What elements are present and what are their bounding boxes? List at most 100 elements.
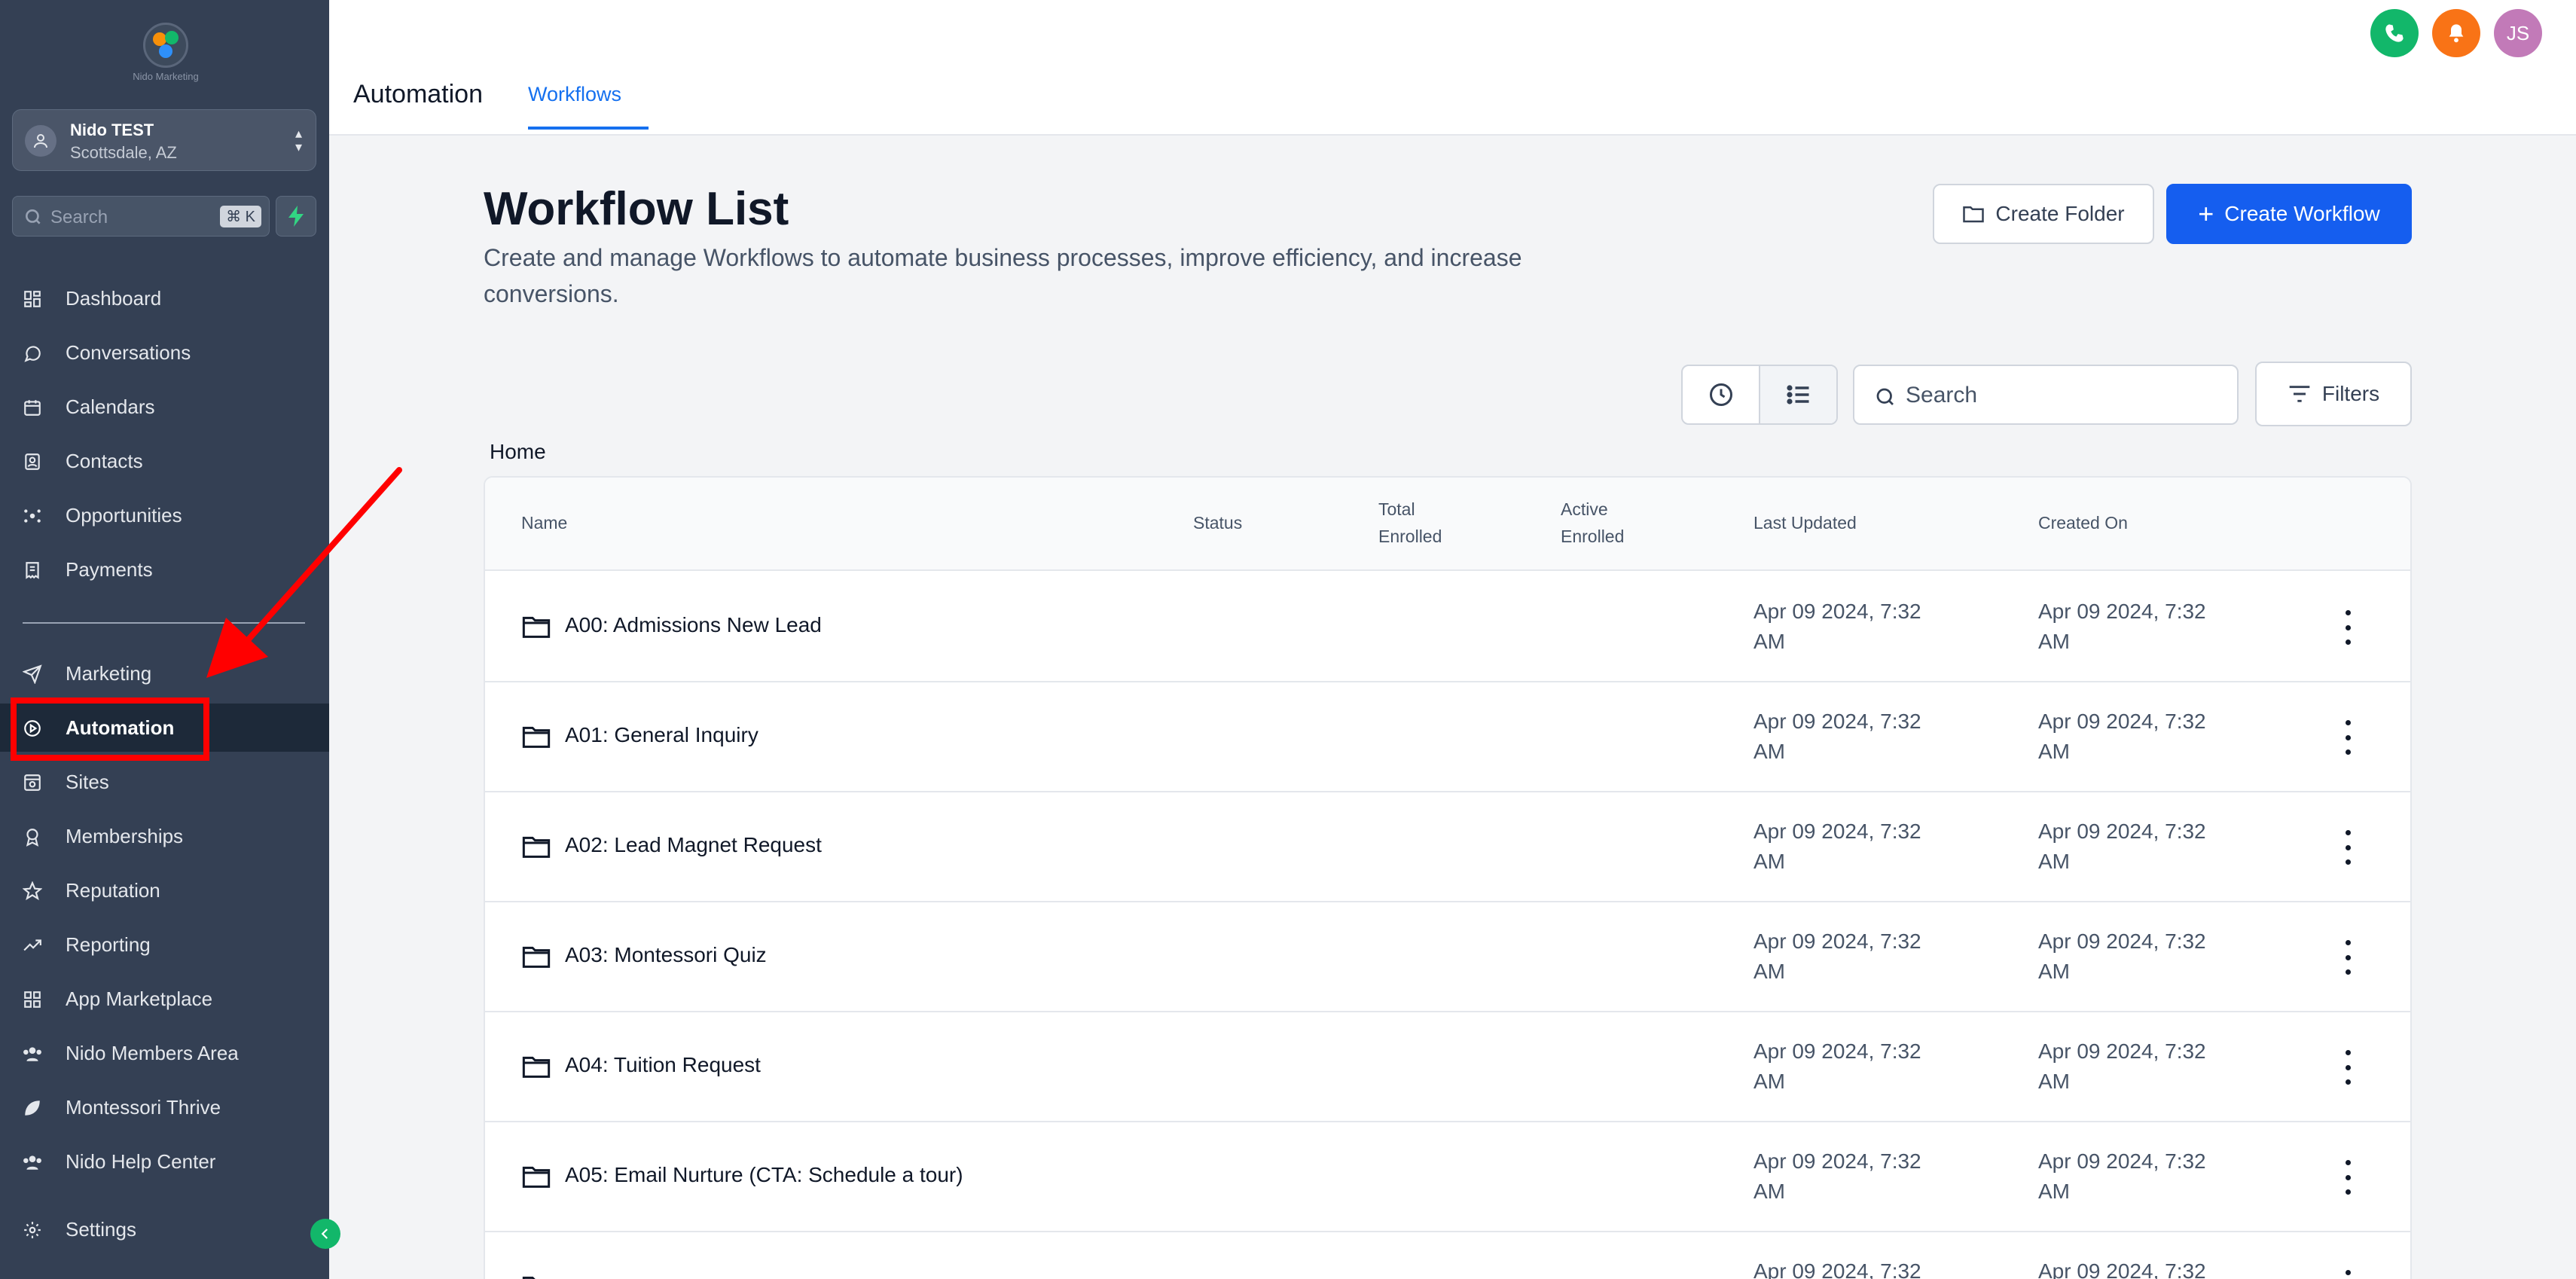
sidebar-item-montessori-thrive[interactable]: Montessori Thrive: [0, 1083, 329, 1131]
workflow-name[interactable]: A02: Lead Magnet Request: [565, 833, 822, 857]
last-updated-cell: Apr 09 2024, 7:32 AM: [1753, 707, 1979, 767]
award-icon: [26, 829, 39, 847]
workflow-search-input[interactable]: Search: [1853, 365, 2239, 425]
sidebar-item-label: Conversations: [66, 340, 191, 364]
date-line: Apr 09 2024, 7:32: [1753, 1039, 1921, 1063]
kebab-dot: [2345, 1079, 2351, 1085]
last-updated-cell: Apr 09 2024, 7:32 AM: [1753, 1036, 1979, 1097]
sidebar-item-label: Contacts: [66, 449, 143, 472]
column-header-line: Total: [1378, 499, 1415, 519]
users-icon: [23, 1047, 41, 1061]
table-row[interactable]: A03: Montessori Quiz Apr 09 2024, 7:32 AM A…: [485, 902, 2410, 1012]
workflow-name[interactable]: A01: General Inquiry: [565, 723, 758, 747]
account-name: Nido TEST: [70, 121, 154, 139]
kebab-dot: [2345, 1064, 2351, 1070]
workflow-list-title: Workflow List: [484, 183, 789, 235]
row-actions-button[interactable]: [2336, 1050, 2359, 1085]
table-row[interactable]: A01: General Inquiry Apr 09 2024, 7:32 AM A…: [485, 682, 2410, 792]
date-line: AM: [1753, 1070, 1785, 1093]
created-on-cell: Apr 09 2024, 7:32AM: [2038, 1256, 2264, 1279]
column-header-active-enrolled[interactable]: Active Enrolled: [1561, 496, 1624, 550]
table-row[interactable]: A05: Email Nurture (CTA: Schedule a tour…: [485, 1122, 2410, 1232]
kebab-dot: [2345, 610, 2351, 615]
breadcrumb-home[interactable]: Home: [490, 440, 546, 464]
kebab-dot: [2345, 1160, 2351, 1165]
users-icon: [23, 1155, 41, 1170]
kebab-dot: [2345, 1189, 2351, 1195]
sidebar-item-calendars[interactable]: Calendars: [0, 383, 329, 431]
sidebar-item-nido-members-area[interactable]: Nido Members Area: [0, 1029, 329, 1077]
kebab-dot: [2345, 624, 2351, 630]
quick-actions-button[interactable]: [276, 196, 316, 237]
column-header-created-on[interactable]: Created On: [2038, 509, 2128, 536]
sidebar-item-conversations[interactable]: Conversations: [0, 328, 329, 377]
sidebar-item-settings[interactable]: Settings: [0, 1205, 329, 1253]
date-line: Apr 09 2024, 7:32: [2038, 1149, 2206, 1173]
sidebar-item-app-marketplace[interactable]: App Marketplace: [0, 975, 329, 1023]
annotation-arrow-icon: [206, 467, 402, 678]
date-line: AM: [1753, 630, 1785, 653]
column-header-last-updated[interactable]: Last Updated: [1753, 509, 1857, 536]
sidebar-search-placeholder: Search: [50, 207, 108, 227]
date-line: AM: [2038, 850, 2070, 873]
leaf-icon: [25, 1100, 40, 1116]
created-on-cell: Apr 09 2024, 7:32 AM: [2038, 817, 2264, 877]
sidebar-item-nido-help-center[interactable]: Nido Help Center: [0, 1137, 329, 1186]
trend-icon: [23, 939, 41, 951]
date-line: Apr 09 2024, 7:32: [2038, 820, 2206, 843]
chat-icon: [24, 346, 41, 362]
last-updated-cell: Apr 09 2024, 7:32 AM: [1753, 1146, 1979, 1207]
logo-icon: [143, 23, 188, 68]
sidebar-item-dashboard[interactable]: Dashboard: [0, 274, 329, 322]
filters-button[interactable]: Filters: [2255, 362, 2412, 426]
workflow-name[interactable]: A00: Admissions New Lead: [565, 613, 822, 637]
sidebar-item-label: Calendars: [66, 395, 155, 418]
sidebar-search[interactable]: Search ⌘ K: [12, 196, 270, 237]
top-header: Automation Workflows JS: [329, 0, 2576, 136]
folder-icon: [522, 1166, 551, 1188]
tab-workflows[interactable]: Workflows: [528, 83, 621, 106]
kebab-dot: [2345, 859, 2351, 865]
workflow-name[interactable]: A05: Email Nurture (CTA: Schedule a tour…: [565, 1163, 963, 1187]
create-folder-label: Create Folder: [1995, 202, 2125, 225]
row-actions-button[interactable]: [2336, 1270, 2359, 1279]
date-line: Apr 09 2024, 7:32: [2038, 1039, 2206, 1063]
last-updated-cell: Apr 09 2024, 7:32 AM: [1753, 597, 1979, 657]
column-header-status[interactable]: Status: [1193, 509, 1242, 536]
kebab-dot: [2345, 954, 2351, 960]
notifications-button[interactable]: [2432, 9, 2480, 57]
row-actions-button[interactable]: [2336, 610, 2359, 645]
sidebar-item-label: App Marketplace: [66, 987, 213, 1010]
table-row[interactable]: A04: Tuition Request Apr 09 2024, 7:32 AM A…: [485, 1012, 2410, 1122]
create-folder-button[interactable]: Create Folder: [1933, 184, 2154, 244]
create-workflow-button[interactable]: + Create Workflow: [2166, 184, 2412, 244]
sidebar-item-memberships[interactable]: Memberships: [0, 812, 329, 860]
workflow-name[interactable]: A04: Tuition Request: [565, 1053, 761, 1077]
contacts-icon: [25, 453, 40, 470]
sidebar-item-reputation[interactable]: Reputation: [0, 866, 329, 914]
workflow-name[interactable]: A03: Montessori Quiz: [565, 943, 767, 967]
sidebar-item-reporting[interactable]: Reporting: [0, 920, 329, 969]
collapse-sidebar-button[interactable]: [310, 1219, 340, 1249]
table-row[interactable]: Apr 09 2024, 7:32AM Apr 09 2024, 7:32AM: [485, 1232, 2410, 1279]
user-avatar[interactable]: JS: [2494, 9, 2542, 57]
row-actions-button[interactable]: [2336, 1160, 2359, 1195]
column-header-total-enrolled[interactable]: Total Enrolled: [1378, 496, 1442, 550]
brand-logo[interactable]: Nido Marketing: [121, 23, 211, 90]
account-switcher[interactable]: Nido TEST Scottsdale, AZ ▴ ▾: [12, 109, 316, 171]
created-on-cell: Apr 09 2024, 7:32 AM: [2038, 1036, 2264, 1097]
sidebar-item-sites[interactable]: Sites: [0, 758, 329, 806]
row-actions-button[interactable]: [2336, 720, 2359, 755]
row-actions-button[interactable]: [2336, 830, 2359, 865]
payments-icon: [26, 562, 39, 579]
date-line: AM: [2038, 1070, 2070, 1093]
row-actions-button[interactable]: [2336, 940, 2359, 975]
chevron-left-icon: [321, 1229, 328, 1239]
chevron-updown-icon: ▴ ▾: [295, 126, 302, 154]
table-row[interactable]: A00: Admissions New Lead Apr 09 2024, 7:3…: [485, 572, 2410, 682]
table-row[interactable]: A02: Lead Magnet Request Apr 09 2024, 7:3…: [485, 792, 2410, 902]
recent-view-button[interactable]: [1683, 366, 1759, 423]
column-header-name[interactable]: Name: [521, 509, 567, 536]
list-view-button[interactable]: [1759, 366, 1836, 423]
phone-button[interactable]: [2370, 9, 2419, 57]
